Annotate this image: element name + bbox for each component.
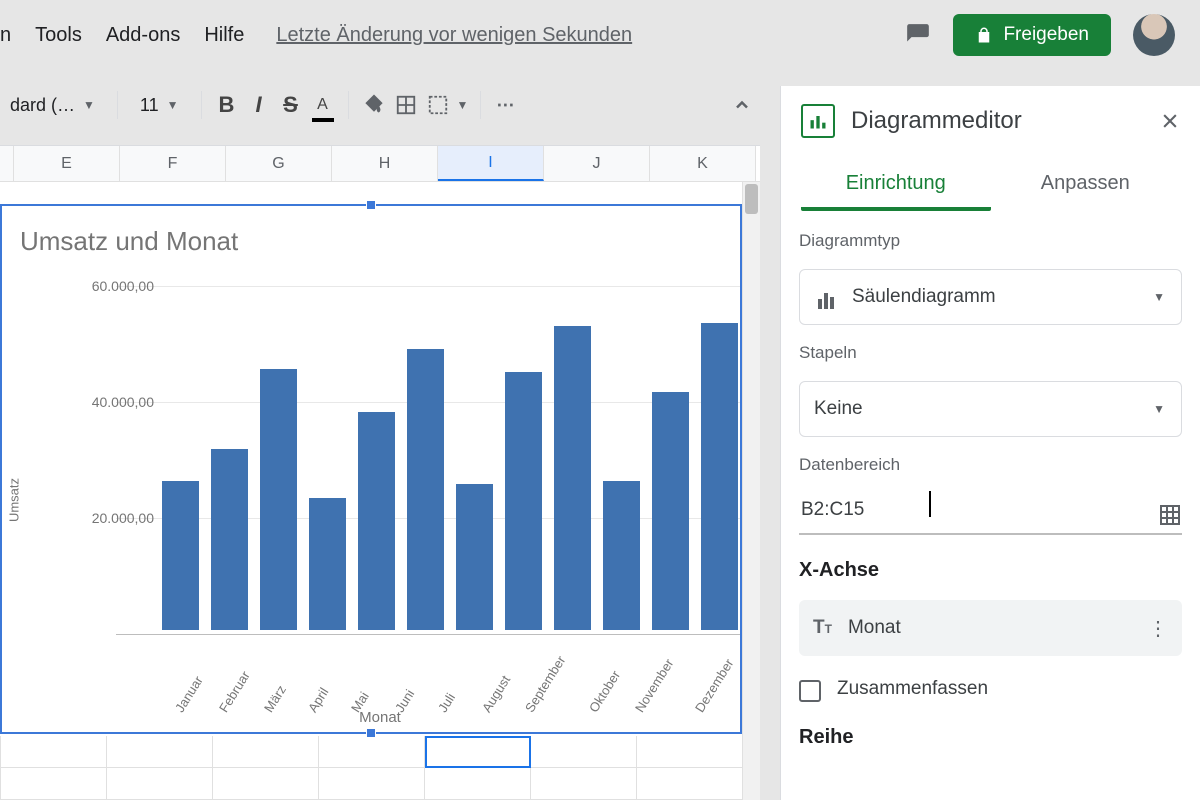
menu-bar: n Tools Add-ons Hilfe Letzte Änderung vo… bbox=[0, 15, 632, 55]
collapse-toolbar-button[interactable] bbox=[729, 92, 755, 118]
chart-bar bbox=[652, 392, 689, 630]
chart-bar bbox=[603, 481, 640, 630]
menu-help[interactable]: Hilfe bbox=[194, 18, 254, 53]
font-name-select[interactable]: dard (… ▼ bbox=[0, 95, 105, 116]
share-button[interactable]: Freigeben bbox=[953, 14, 1111, 56]
vertical-scrollbar[interactable] bbox=[742, 182, 760, 800]
merge-cells-button[interactable] bbox=[425, 92, 451, 118]
chart-bar bbox=[211, 449, 248, 630]
menu-tools[interactable]: Tools bbox=[25, 18, 92, 53]
tab-customize[interactable]: Anpassen bbox=[991, 158, 1181, 211]
fill-color-button[interactable] bbox=[361, 92, 387, 118]
chart-editor-icon bbox=[801, 104, 835, 138]
chart-bar bbox=[162, 481, 199, 630]
select-range-button[interactable] bbox=[1158, 503, 1182, 527]
column-header[interactable]: K bbox=[650, 146, 756, 181]
strikethrough-button[interactable]: S bbox=[278, 92, 304, 118]
menu-item[interactable]: n bbox=[0, 18, 21, 53]
y-tick-label: 40.000,00 bbox=[64, 394, 154, 410]
chart-bar bbox=[260, 369, 297, 630]
chevron-down-icon: ▼ bbox=[457, 98, 469, 112]
borders-button[interactable] bbox=[393, 92, 419, 118]
menu-addons[interactable]: Add-ons bbox=[96, 18, 191, 53]
column-header[interactable]: J bbox=[544, 146, 650, 181]
x-axis-field-chip[interactable]: TT Monat ⋮ bbox=[799, 600, 1182, 656]
aggregate-checkbox[interactable]: Zusammenfassen bbox=[799, 674, 1059, 702]
column-header[interactable]: E bbox=[14, 146, 120, 181]
avatar[interactable] bbox=[1133, 14, 1175, 56]
data-range-label: Datenbereich bbox=[799, 455, 1182, 475]
x-tick-label: April bbox=[305, 670, 341, 715]
share-label: Freigeben bbox=[1003, 24, 1089, 46]
x-tick-label: Februar bbox=[216, 668, 253, 715]
column-header[interactable]: G bbox=[226, 146, 332, 181]
chart-type-select[interactable]: Säulendiagramm ▼ bbox=[799, 269, 1182, 325]
spreadsheet-area: EFGHIJK Umsatz und Monat Umsatz 60.000,0… bbox=[0, 145, 760, 800]
column-header[interactable]: I bbox=[438, 146, 544, 181]
resize-handle-top[interactable] bbox=[366, 200, 376, 210]
chart-bar bbox=[554, 326, 591, 630]
chart-bar bbox=[505, 372, 542, 630]
chart-bar bbox=[358, 412, 395, 630]
chevron-down-icon: ▼ bbox=[167, 98, 179, 112]
y-axis-label: Umsatz bbox=[7, 478, 22, 522]
embedded-chart[interactable]: Umsatz und Monat Umsatz 60.000,00 40.000,… bbox=[0, 204, 742, 734]
x-tick-label: Oktober bbox=[586, 668, 623, 715]
chart-bar bbox=[701, 323, 738, 630]
selected-cell[interactable] bbox=[425, 736, 531, 768]
x-tick-label: Januar bbox=[172, 670, 208, 715]
close-panel-button[interactable] bbox=[1160, 111, 1180, 131]
x-axis-title: Monat bbox=[359, 709, 401, 726]
chart-bar bbox=[407, 349, 444, 630]
chart-bar bbox=[309, 498, 346, 630]
x-tick-label: Dezember bbox=[692, 656, 736, 715]
x-tick-label: September bbox=[522, 653, 568, 715]
italic-button[interactable]: I bbox=[246, 92, 272, 118]
stacking-select[interactable]: Keine ▼ bbox=[799, 381, 1182, 437]
x-tick-label: März bbox=[261, 670, 297, 715]
text-format-icon: TT bbox=[813, 617, 832, 639]
x-axis-section-title: X-Achse bbox=[799, 559, 1182, 582]
text-color-button[interactable]: A bbox=[310, 92, 336, 118]
comments-icon[interactable] bbox=[905, 22, 931, 48]
tab-setup[interactable]: Einrichtung bbox=[801, 158, 991, 211]
column-header[interactable]: F bbox=[120, 146, 226, 181]
checkbox-icon bbox=[799, 680, 821, 702]
data-range-input[interactable] bbox=[799, 493, 1158, 527]
series-section-title: Reihe bbox=[799, 726, 1182, 749]
panel-title: Diagrammeditor bbox=[851, 107, 1144, 135]
y-tick-label: 60.000,00 bbox=[64, 278, 154, 294]
scrollbar-thumb[interactable] bbox=[745, 184, 758, 214]
chevron-down-icon: ▼ bbox=[1153, 290, 1165, 304]
kebab-icon[interactable]: ⋮ bbox=[1148, 616, 1168, 641]
y-tick-label: 20.000,00 bbox=[64, 510, 154, 526]
lock-icon bbox=[975, 26, 993, 44]
chart-type-label: Diagrammtyp bbox=[799, 231, 1182, 251]
font-size-select[interactable]: 11 ▼ bbox=[130, 95, 189, 116]
chart-editor-panel: Diagrammeditor Einrichtung Anpassen Diag… bbox=[780, 86, 1200, 800]
x-tick-label: August bbox=[479, 670, 515, 715]
stacking-label: Stapeln bbox=[799, 343, 1182, 363]
bold-button[interactable]: B bbox=[214, 92, 240, 118]
last-change-link[interactable]: Letzte Änderung vor wenigen Sekunden bbox=[276, 24, 632, 47]
x-tick-label: November bbox=[632, 656, 676, 715]
chart-bar bbox=[456, 484, 493, 630]
column-header[interactable]: H bbox=[332, 146, 438, 181]
chart-title: Umsatz und Monat bbox=[20, 226, 238, 257]
column-chart-icon bbox=[814, 285, 838, 309]
x-tick-label: Juli bbox=[435, 670, 471, 715]
chevron-down-icon: ▼ bbox=[1153, 402, 1165, 416]
chevron-down-icon: ▼ bbox=[83, 98, 95, 112]
more-toolbar-button[interactable]: ⋯ bbox=[493, 92, 519, 118]
column-headers: EFGHIJK bbox=[0, 146, 760, 182]
